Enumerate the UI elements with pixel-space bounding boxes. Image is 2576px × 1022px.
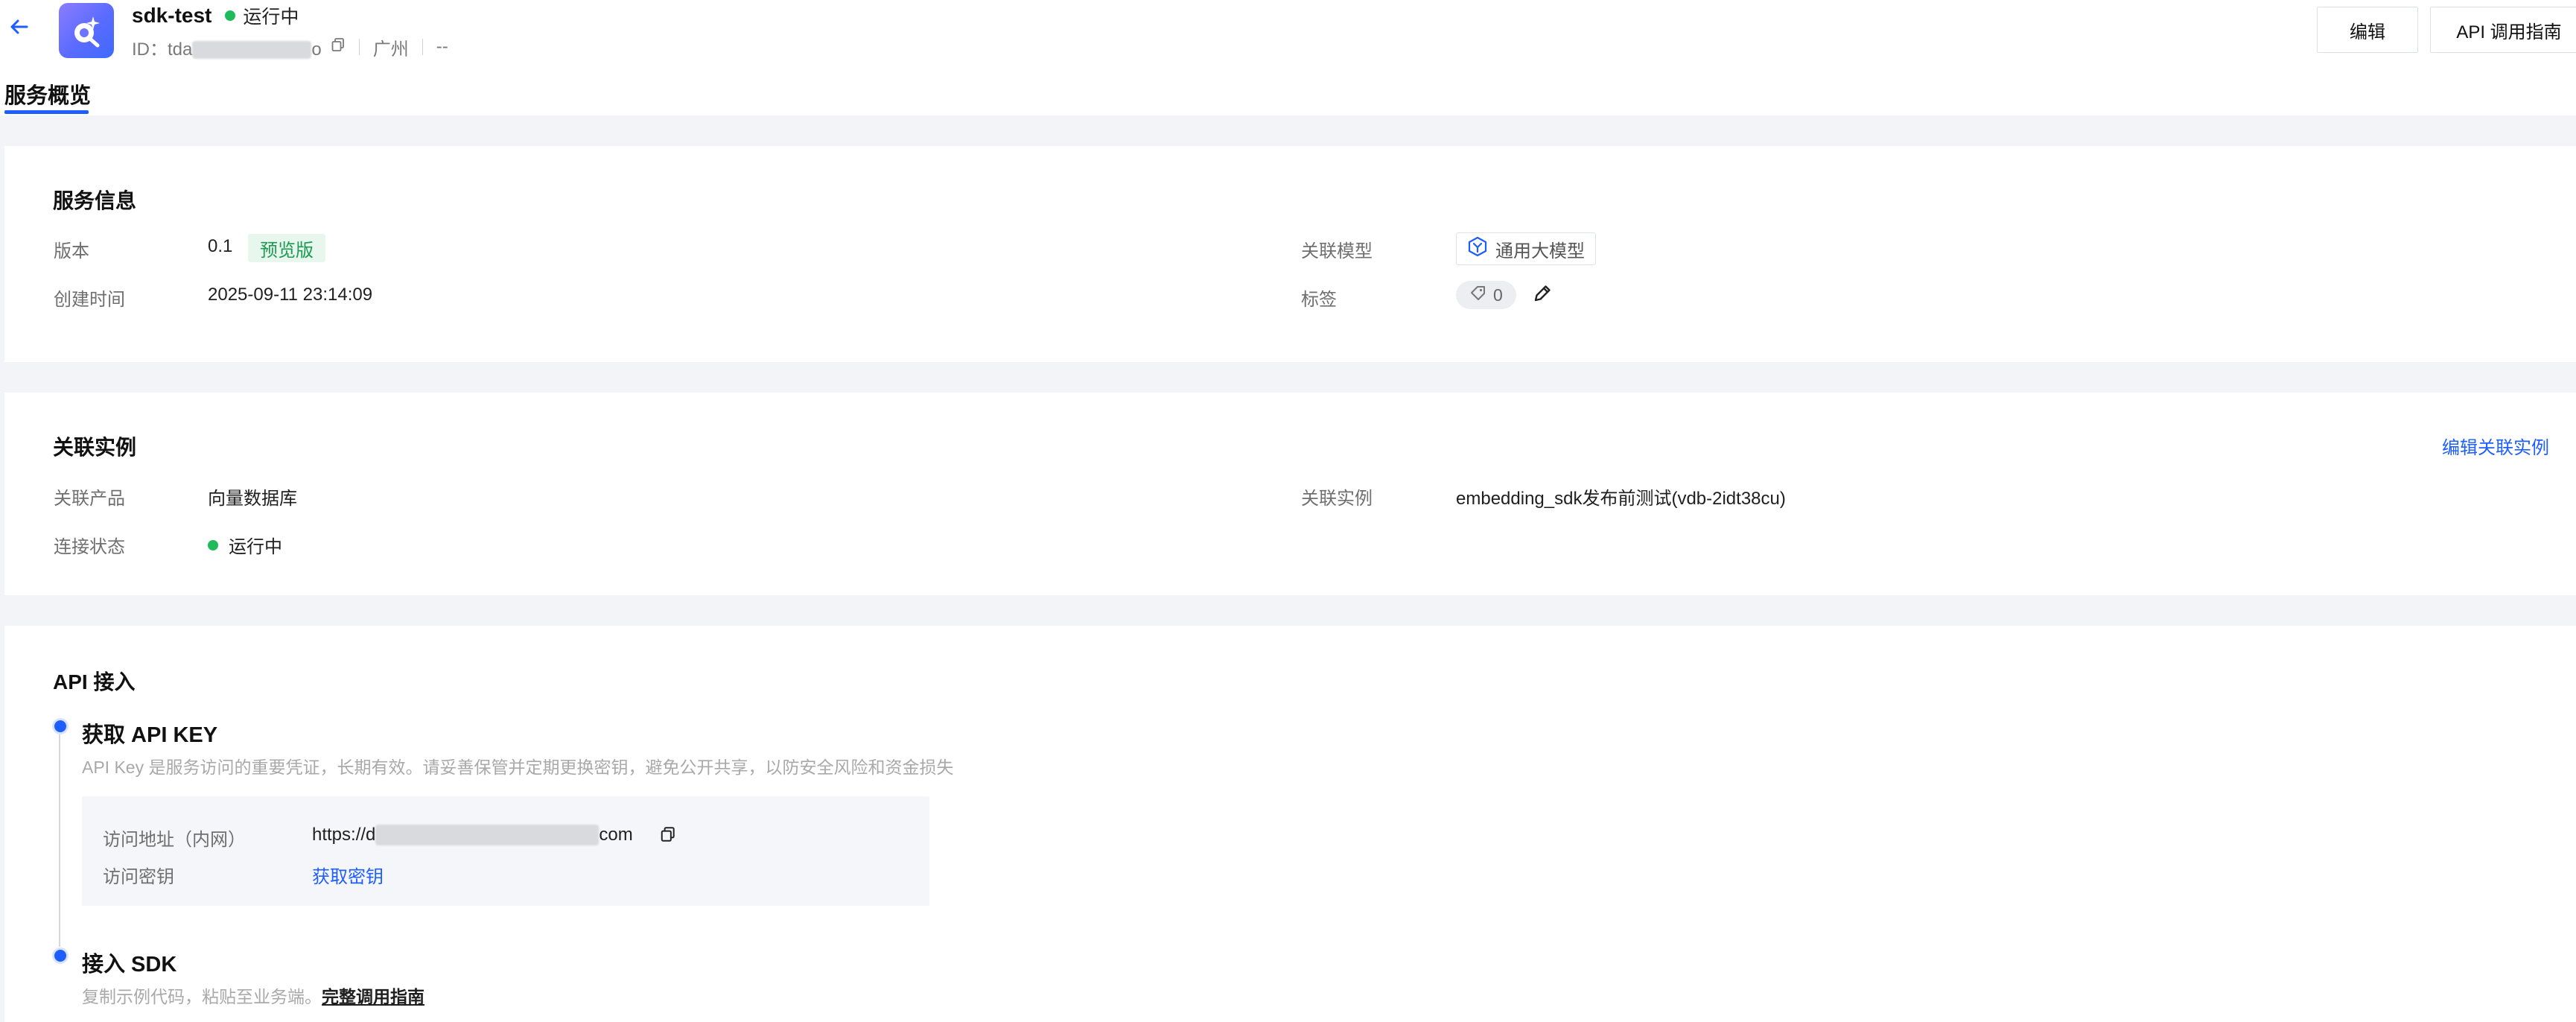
steps-connector-line	[59, 725, 60, 947]
get-key-link[interactable]: 获取密钥	[312, 862, 384, 888]
running-status-dot	[225, 10, 236, 21]
service-info-card: 服务信息 版本 0.1 预览版 创建时间 2025-09-11 23:14:09…	[4, 146, 2576, 362]
created-time-value: 2025-09-11 23:14:09	[208, 285, 373, 305]
tab-service-overview[interactable]: 服务概览	[4, 78, 91, 110]
linked-instance-label: 关联实例	[1301, 489, 1373, 509]
linked-product-label: 关联产品	[54, 489, 125, 509]
service-extra: --	[436, 36, 448, 57]
service-id: ID：tda o	[132, 39, 322, 60]
tag-icon	[1469, 284, 1487, 306]
model-cube-icon	[1467, 236, 1488, 262]
linked-instance-title: 关联实例	[53, 436, 137, 459]
service-status: 运行中	[225, 2, 299, 29]
redacted-address	[375, 825, 600, 845]
step-2-description: 复制示例代码，粘贴至业务端。完整调用指南	[82, 987, 424, 1006]
back-arrow-icon[interactable]	[4, 12, 34, 42]
connection-status-text: 运行中	[229, 537, 282, 557]
tag-count: 0	[1493, 285, 1503, 305]
access-key-label: 访问密钥	[103, 867, 174, 887]
title-row: sdk-test 运行中	[132, 1, 299, 30]
access-address-value: https://d com	[312, 825, 633, 845]
connection-status: 运行中	[208, 532, 282, 558]
linked-product-value: 向量数据库	[208, 489, 297, 509]
step-1-description: API Key 是服务访问的重要凭证，长期有效。请妥善保管并定期更换密钥，避免公…	[82, 758, 954, 777]
service-name: sdk-test	[132, 4, 212, 27]
linked-instance-card: 关联实例 编辑关联实例 关联产品 向量数据库 连接状态 运行中 关联实例 emb…	[4, 393, 2576, 595]
created-time-label: 创建时间	[54, 290, 125, 310]
api-access-title: API 接入	[53, 670, 136, 694]
step-2-dot	[52, 948, 69, 964]
service-region: 广州	[372, 39, 409, 60]
linked-model-name: 通用大模型	[1495, 241, 1585, 261]
access-info-box: 访问地址（内网） https://d com 访问密钥 获取密钥	[82, 796, 929, 906]
access-address-label: 访问地址（内网）	[103, 830, 246, 850]
service-info-title: 服务信息	[53, 189, 137, 212]
edit-linked-instance-link[interactable]: 编辑关联实例	[2442, 433, 2549, 459]
step-1-title: 获取 API KEY	[82, 723, 218, 747]
redacted-id	[192, 41, 312, 60]
page-header: sdk-test 运行中 ID：tda o 广州 -- 编辑 API 调用指南 服…	[0, 0, 2576, 115]
version-label: 版本	[54, 241, 89, 261]
linked-model-label: 关联模型	[1301, 241, 1373, 261]
tags-label: 标签	[1301, 290, 1337, 310]
copy-address-icon[interactable]	[660, 826, 676, 846]
divider	[422, 39, 423, 55]
edit-tags-pencil-icon[interactable]	[1531, 282, 1553, 308]
api-guide-button[interactable]: API 调用指南	[2430, 7, 2576, 53]
service-meta-row: ID：tda o 广州 --	[132, 34, 448, 60]
active-tab-indicator	[4, 110, 89, 114]
version-value: 0.1	[208, 236, 233, 256]
service-status-text: 运行中	[243, 7, 299, 28]
copy-id-icon[interactable]	[331, 36, 346, 57]
linked-instance-value: embedding_sdk发布前测试(vdb-2idt38cu)	[1456, 489, 1786, 509]
step-2-title: 接入 SDK	[82, 953, 177, 977]
connection-status-label: 连接状态	[54, 537, 125, 557]
divider	[358, 39, 360, 55]
preview-badge: 预览版	[248, 234, 325, 262]
step-1-dot	[52, 718, 69, 734]
service-app-icon	[59, 3, 114, 58]
full-guide-link[interactable]: 完整调用指南	[322, 987, 424, 1006]
api-access-card: API 接入 获取 API KEY API Key 是服务访问的重要凭证，长期有…	[4, 626, 2576, 1022]
edit-button[interactable]: 编辑	[2317, 7, 2418, 53]
connection-status-dot	[208, 539, 218, 550]
linked-model-tag[interactable]: 通用大模型	[1456, 232, 1596, 265]
tag-count-pill[interactable]: 0	[1456, 281, 1516, 309]
